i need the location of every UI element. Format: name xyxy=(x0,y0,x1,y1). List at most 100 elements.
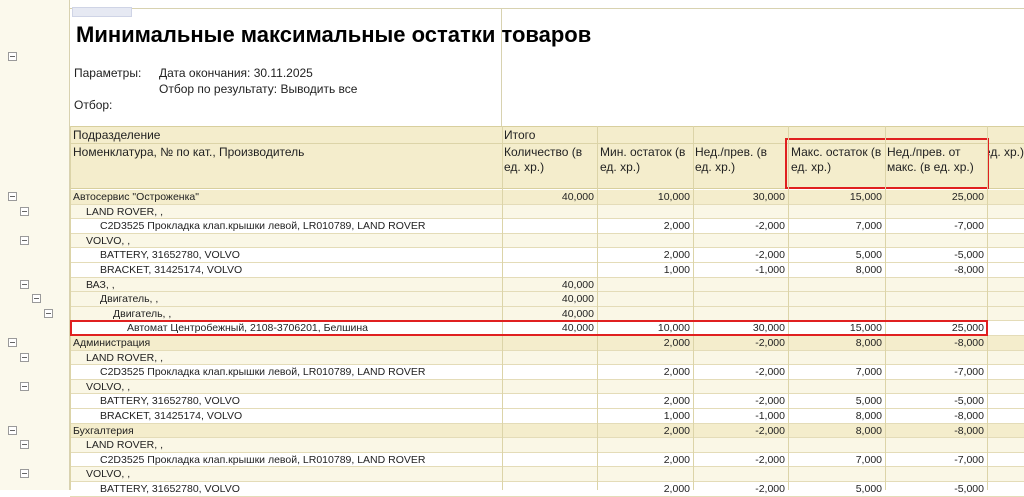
sheet-tab[interactable] xyxy=(72,7,132,17)
table-row[interactable]: ВАЗ, , 40,000 xyxy=(70,277,1024,293)
table-row[interactable]: Двигатель, , 40,000 xyxy=(70,306,1024,322)
row-name: LAND ROVER, , xyxy=(86,439,164,452)
report-title: Минимальные максимальные остатки товаров xyxy=(76,22,592,47)
cell-value xyxy=(502,394,597,408)
table-row[interactable]: VOLVO, , xyxy=(70,467,1024,482)
cell-value xyxy=(502,248,597,262)
cell-value xyxy=(693,234,788,248)
cell-value xyxy=(502,234,597,248)
table-row[interactable]: BATTERY, 31652780, VOLVO 2,000 -2,000 5,000… xyxy=(70,248,1024,263)
cell-value xyxy=(502,365,597,379)
table-row[interactable]: LAND ROVER, , xyxy=(70,204,1024,220)
cell-value: 2,000 xyxy=(663,220,690,233)
cell-value: 1,000 xyxy=(663,410,690,422)
header-min-diff: Нед./прев. (в ед. хр.) xyxy=(695,145,768,174)
cell-value: 2,000 xyxy=(663,395,690,408)
row-name: C2D3525 Прокладка клап.крышки левой, LR0… xyxy=(100,453,426,466)
cell-value: 2,000 xyxy=(663,453,690,466)
cell-value: 5,000 xyxy=(855,249,882,262)
cell-value xyxy=(885,467,987,481)
cell-value: 2,000 xyxy=(663,483,690,495)
cell-value xyxy=(502,482,597,496)
table-row[interactable]: BRACKET, 31425174, VOLVO 1,000 -1,000 8,000… xyxy=(70,409,1024,424)
collapse-icon[interactable] xyxy=(8,192,17,201)
column-divider xyxy=(885,126,886,490)
table-row[interactable]: Бухгалтерия 2,000 -2,000 8,000 -8,000 xyxy=(70,423,1024,439)
cell-value xyxy=(693,307,788,321)
cell-value xyxy=(502,219,597,233)
cell-value: -5,000 xyxy=(954,395,984,408)
table-row[interactable]: C2D3525 Прокладка клап.крышки левой, LR0… xyxy=(70,365,1024,380)
cell-value xyxy=(788,234,885,248)
collapse-icon[interactable] xyxy=(20,440,29,450)
cell-value: -2,000 xyxy=(755,337,785,349)
collapse-icon[interactable] xyxy=(44,308,53,318)
cell-value: -5,000 xyxy=(954,483,984,495)
cell-value xyxy=(502,453,597,467)
column-divider xyxy=(788,126,789,490)
cell-value xyxy=(788,292,885,306)
table-row[interactable]: C2D3525 Прокладка клап.крышки левой, LR0… xyxy=(70,219,1024,234)
cell-value xyxy=(597,292,693,306)
table-row[interactable]: Администрация 2,000 -2,000 8,000 -8,000 xyxy=(70,336,1024,351)
row-name: VOLVO, , xyxy=(86,380,131,393)
cell-value: -2,000 xyxy=(755,395,785,408)
collapse-report-icon[interactable] xyxy=(8,52,17,61)
table-row[interactable]: LAND ROVER, , xyxy=(70,438,1024,453)
row-name: C2D3525 Прокладка клап.крышки левой, LR0… xyxy=(100,220,426,233)
collapse-icon[interactable] xyxy=(20,352,29,362)
cell-value xyxy=(788,438,885,452)
table-row[interactable]: LAND ROVER, , xyxy=(70,350,1024,366)
cell-value xyxy=(788,278,885,292)
cell-value: 40,000 xyxy=(561,307,594,320)
row-name: C2D3525 Прокладка клап.крышки левой, LR0… xyxy=(100,366,426,379)
cell-value xyxy=(885,380,987,394)
table-row[interactable]: BRACKET, 31425174, VOLVO 1,000 -1,000 8,000… xyxy=(70,263,1024,278)
cell-value xyxy=(597,351,693,365)
collapse-icon[interactable] xyxy=(20,206,29,216)
table-row[interactable]: BATTERY, 31652780, VOLVO 2,000 -2,000 5,000… xyxy=(70,394,1024,409)
cell-value: 40,000 xyxy=(561,191,594,203)
row-name: VOLVO, , xyxy=(86,234,131,247)
row-name: Администрация xyxy=(73,337,151,349)
cell-value xyxy=(502,467,597,481)
header-qty: Количество (в ед. хр.) xyxy=(504,145,583,174)
table-row[interactable]: Автосервис "Остроженка" 40,000 10,000 30,00… xyxy=(70,190,1024,205)
param-result-filter: Отбор по результату: Выводить все xyxy=(159,82,358,96)
table-row[interactable]: C2D3525 Прокладка клап.крышки левой, LR0… xyxy=(70,452,1024,468)
cell-value xyxy=(885,292,987,306)
cell-value: -2,000 xyxy=(755,453,785,466)
cell-value: -2,000 xyxy=(755,483,785,495)
collapse-icon[interactable] xyxy=(8,338,17,347)
cell-value xyxy=(885,278,987,292)
collapse-icon[interactable] xyxy=(20,279,29,289)
cell-value xyxy=(597,467,693,481)
cell-value xyxy=(597,307,693,321)
column-divider xyxy=(70,126,71,490)
cell-value: 2,000 xyxy=(663,249,690,262)
cell-value xyxy=(597,380,693,394)
cell-value xyxy=(502,351,597,365)
row-name: Двигатель, , xyxy=(100,293,159,306)
cell-value xyxy=(502,424,597,438)
cell-value xyxy=(597,438,693,452)
collapse-icon[interactable] xyxy=(20,235,29,245)
collapse-icon[interactable] xyxy=(20,469,29,479)
cell-value xyxy=(693,467,788,481)
table-row[interactable]: VOLVO, , xyxy=(70,233,1024,249)
cell-value: 8,000 xyxy=(855,424,882,437)
cell-value: 1,000 xyxy=(663,264,690,276)
params-label: Параметры: xyxy=(74,66,142,80)
cell-value: 8,000 xyxy=(855,410,882,422)
cell-value: -2,000 xyxy=(755,249,785,262)
collapse-icon[interactable] xyxy=(32,294,41,304)
collapse-icon[interactable] xyxy=(8,425,17,435)
cell-value: 15,000 xyxy=(849,191,882,203)
table-row[interactable]: BATTERY, 31652780, VOLVO 2,000 -2,000 5,000… xyxy=(70,482,1024,497)
collapse-icon[interactable] xyxy=(20,381,29,391)
cell-value: -5,000 xyxy=(954,249,984,262)
table-row[interactable]: VOLVO, , xyxy=(70,379,1024,395)
cell-value xyxy=(788,467,885,481)
cell-value: 2,000 xyxy=(663,424,690,437)
table-row[interactable]: Двигатель, , 40,000 xyxy=(70,292,1024,307)
